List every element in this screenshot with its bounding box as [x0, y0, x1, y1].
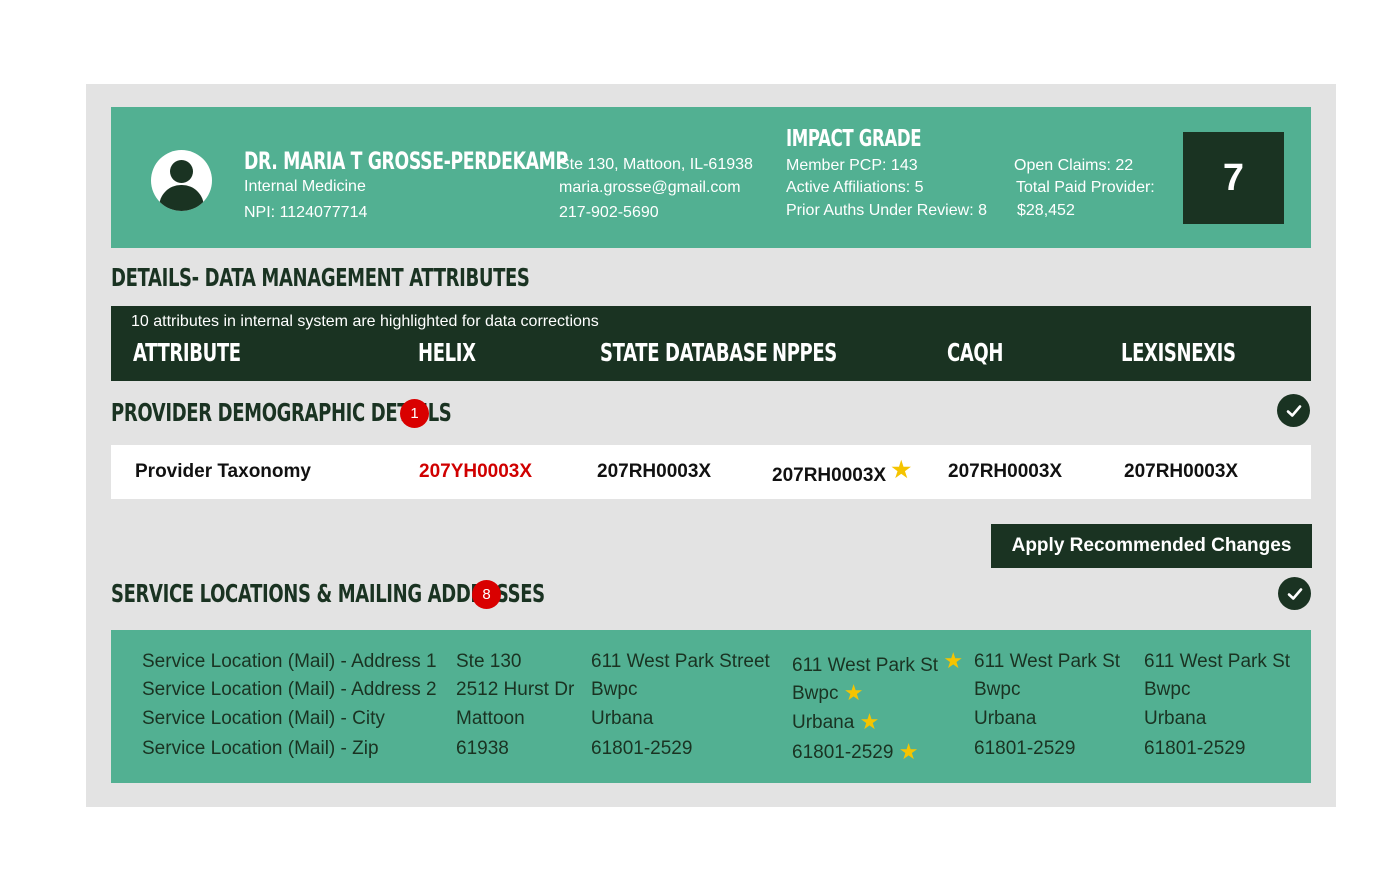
lexisnexis-value: 207RH0003X	[1124, 461, 1239, 482]
provider-address: Ste 130, Mattoon, IL-61938	[559, 156, 753, 173]
open-claims: Open Claims: 22	[1014, 157, 1134, 174]
column-attribute: ATTRIBUTE	[133, 338, 241, 367]
impact-grade-value: 7	[1183, 132, 1284, 224]
provider-email[interactable]: maria.grosse@gmail.com	[559, 179, 741, 197]
helix-value[interactable]: Ste 130	[456, 651, 522, 673]
attribute-label: Service Location (Mail) - Address 2	[142, 679, 437, 700]
lexisnexis-value: Urbana	[1144, 708, 1207, 729]
apply-recommended-changes-button[interactable]: Apply Recommended Changes	[991, 524, 1312, 568]
star-icon: ★	[859, 709, 880, 734]
service-count-badge: 8	[472, 580, 501, 609]
nppes-value: 207RH0003X ★	[772, 457, 911, 487]
member-pcp: Member PCP: 143	[786, 157, 918, 174]
column-lexisnexis: LEXISNEXIS	[1121, 338, 1236, 367]
state-database-value: 207RH0003X	[597, 461, 712, 482]
provider-name: DR. MARIA T GROSSE-PERDEKAMP	[244, 147, 568, 175]
nppes-value: 611 West Park St ★	[792, 648, 964, 677]
attribute-label: Service Location (Mail) - City	[142, 708, 385, 729]
nppes-value-text: 61801-2529	[792, 742, 894, 763]
state-database-value: 611 West Park Street	[591, 651, 770, 672]
nppes-value-text: 611 West Park St	[792, 655, 939, 676]
nppes-value: Urbana ★	[792, 708, 879, 734]
corrections-note: 10 attributes in internal system are hig…	[131, 313, 599, 330]
caqh-value: Bwpc	[974, 679, 1021, 700]
star-icon: ★	[898, 739, 919, 764]
nppes-value-text: 207RH0003X	[772, 465, 887, 486]
helix-value[interactable]: Mattoon	[456, 708, 525, 730]
nppes-value-text: Urbana	[792, 712, 855, 733]
star-icon: ★	[943, 648, 964, 673]
star-icon: ★	[891, 457, 912, 482]
attributes-table-header: 10 attributes in internal system are hig…	[111, 306, 1311, 381]
state-database-value: Urbana	[591, 708, 654, 729]
caqh-value: 207RH0003X	[948, 461, 1063, 482]
column-nppes: NPPES	[772, 338, 837, 367]
helix-value[interactable]: 2512 Hurst Dr	[456, 679, 574, 701]
lexisnexis-value: 611 West Park St	[1144, 651, 1291, 672]
column-state-database: STATE DATABASE	[600, 338, 768, 367]
caqh-value: Urbana	[974, 708, 1037, 729]
total-paid-value: $28,452	[1017, 202, 1075, 219]
attribute-label: Service Location (Mail) - Zip	[142, 738, 379, 759]
total-paid-label: Total Paid Provider:	[1016, 179, 1155, 196]
provider-phone: 217-902-5690	[559, 204, 659, 221]
prior-auths: Prior Auths Under Review: 8	[786, 202, 987, 219]
active-affiliations: Active Affiliations: 5	[786, 179, 924, 196]
state-database-value: 61801-2529	[591, 738, 693, 759]
nppes-value: Bwpc ★	[792, 679, 863, 705]
check-circle-icon[interactable]	[1278, 577, 1311, 610]
state-database-value: Bwpc	[591, 679, 638, 700]
attribute-label: Provider Taxonomy	[135, 461, 311, 482]
caqh-value: 611 West Park St	[974, 651, 1121, 672]
nppes-value: 61801-2529 ★	[792, 738, 918, 764]
impact-grade-title: IMPACT GRADE	[786, 126, 922, 152]
check-circle-icon[interactable]	[1277, 394, 1310, 427]
helix-value[interactable]: 207YH0003X	[419, 461, 532, 483]
provider-header: DR. MARIA T GROSSE-PERDEKAMP Internal Me…	[111, 107, 1311, 248]
column-caqh: CAQH	[947, 338, 1004, 367]
provider-specialty: Internal Medicine	[244, 178, 366, 195]
lexisnexis-value: Bwpc	[1144, 679, 1191, 700]
service-locations-table: Service Location (Mail) - Address 1 Ste …	[111, 630, 1311, 783]
star-icon: ★	[843, 680, 864, 705]
lexisnexis-value: 61801-2529	[1144, 738, 1246, 759]
helix-value[interactable]: 61938	[456, 738, 509, 760]
provider-npi: NPI: 1124077714	[244, 204, 368, 221]
nppes-value-text: Bwpc	[792, 683, 839, 704]
caqh-value: 61801-2529	[974, 738, 1076, 759]
attribute-label: Service Location (Mail) - Address 1	[142, 651, 437, 672]
taxonomy-row: Provider Taxonomy 207YH0003X 207RH0003X …	[111, 445, 1311, 499]
demographic-count-badge: 1	[400, 399, 429, 428]
user-avatar-icon	[151, 150, 212, 211]
column-helix: HELIX	[418, 338, 476, 367]
details-title: DETAILS- DATA MANAGEMENT ATTRIBUTES	[111, 263, 530, 292]
